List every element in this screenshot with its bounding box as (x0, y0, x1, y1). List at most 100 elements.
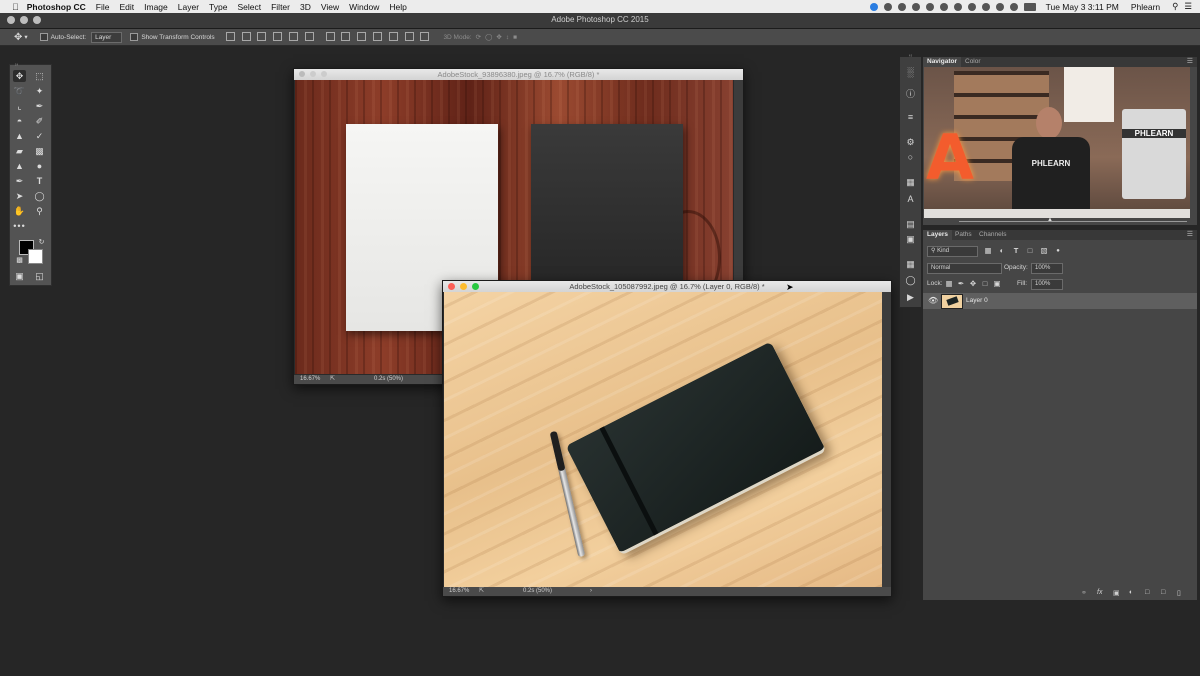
align-right-icon[interactable] (304, 31, 314, 41)
add-mask-icon[interactable]: ▣ (1113, 589, 1120, 597)
filter-type-icon[interactable]: T (1012, 247, 1020, 255)
3d-rotate-icon[interactable]: ⟳ (476, 34, 485, 41)
align-top-icon[interactable] (225, 31, 235, 41)
show-transform-checkbox[interactable] (130, 33, 139, 41)
actions-play-icon[interactable]: ▶ (904, 292, 917, 302)
lock-artboard-icon[interactable]: □ (981, 280, 989, 288)
align-vcenter-icon[interactable] (241, 31, 251, 41)
visibility-eye-icon[interactable]: 👁 (928, 296, 938, 305)
panel-menu-icon[interactable]: ☰ (1187, 57, 1193, 65)
battery-icon[interactable] (1023, 2, 1036, 11)
doc1-zoom-button[interactable] (321, 71, 327, 77)
panel-menu-icon[interactable]: ☰ (1187, 230, 1193, 238)
menu-view[interactable]: View (321, 2, 339, 12)
menu-3d[interactable]: 3D (300, 2, 311, 12)
zoom-slider-thumb[interactable]: ▲ (1047, 217, 1053, 223)
doc1-close-button[interactable] (299, 71, 305, 77)
layer-name[interactable]: Layer 0 (966, 297, 988, 304)
doc1-info[interactable]: 0.2s (50%) (374, 375, 403, 384)
more-tools-icon[interactable]: ••• (13, 220, 26, 232)
distribute-top-icon[interactable] (325, 31, 335, 41)
align-left-icon[interactable] (273, 31, 283, 41)
volume-icon[interactable] (1009, 2, 1018, 11)
auto-select-dropdown[interactable]: Layer (91, 31, 123, 43)
history-brush-tool-icon[interactable]: ✓ (33, 130, 46, 142)
ellipse-tool-icon[interactable]: ◯ (33, 190, 46, 202)
info-icon[interactable]: ⓘ (904, 89, 917, 99)
distribute-right-icon[interactable] (404, 31, 414, 41)
clone-stamp-tool-icon[interactable]: ▲ (13, 130, 26, 142)
menu-app-name[interactable]: Photoshop CC (27, 2, 86, 12)
align-bottom-icon[interactable] (257, 31, 267, 41)
eyedropper-tool-icon[interactable]: ✒ (33, 100, 46, 112)
character-icon[interactable]: A (904, 194, 917, 204)
type-tool-icon[interactable]: T (33, 175, 46, 187)
layer-row[interactable]: 👁 Layer 0 (923, 293, 1197, 309)
apple-menu-icon[interactable]:  (12, 2, 19, 12)
status-icon[interactable] (939, 2, 948, 11)
user-name[interactable]: Phlearn (1131, 2, 1160, 12)
pen-tool-icon[interactable]: ✒ (13, 175, 26, 187)
doc2-export-icon[interactable]: ⇱ (479, 587, 484, 596)
status-icon[interactable] (897, 2, 906, 11)
styles-icon[interactable]: ◯ (904, 275, 917, 285)
eraser-tool-icon[interactable]: ▰ (13, 145, 26, 157)
quick-mask-icon[interactable]: ▣ (13, 270, 26, 282)
clock[interactable]: Tue May 3 3:11 PM (1046, 2, 1119, 12)
path-selection-tool-icon[interactable]: ➤ (13, 190, 26, 202)
strip-collapse-icon[interactable]: ‹‹ (904, 51, 917, 59)
lock-image-icon[interactable]: ✒ (957, 280, 965, 288)
lock-all-icon[interactable]: ▣ (993, 280, 1001, 288)
new-layer-icon[interactable]: □ (1161, 589, 1165, 596)
default-colors-icon[interactable]: ▩ (13, 255, 26, 267)
menu-edit[interactable]: Edit (119, 2, 134, 12)
healing-brush-tool-icon[interactable]: ◓ (13, 115, 26, 127)
filter-smart-object-icon[interactable]: ▧ (1040, 247, 1048, 255)
menu-layer[interactable]: Layer (178, 2, 199, 12)
menu-window[interactable]: Window (349, 2, 379, 12)
toolbox-collapse-icon[interactable]: ›› (10, 59, 23, 68)
status-icon[interactable] (953, 2, 962, 11)
filter-adjustment-icon[interactable]: ◐ (998, 247, 1006, 255)
3d-slide-icon[interactable]: ↕ (506, 34, 513, 41)
doc1-export-icon[interactable]: ⇱ (330, 375, 335, 384)
navigator-zoom-slider[interactable] (959, 221, 1187, 222)
swatches-icon[interactable]: ▦ (904, 177, 917, 187)
screen-mode-icon[interactable]: ◱ (33, 270, 46, 282)
menu-filter[interactable]: Filter (271, 2, 290, 12)
delete-layer-icon[interactable]: ▯ (1177, 589, 1181, 597)
brush-tool-icon[interactable]: ✐ (33, 115, 46, 127)
status-icon[interactable] (911, 2, 920, 11)
layer-filter-dropdown[interactable]: ⚲ Kind (927, 246, 978, 257)
menu-file[interactable]: File (96, 2, 110, 12)
bluetooth-icon[interactable] (981, 2, 990, 11)
lock-position-icon[interactable]: ✥ (969, 280, 977, 288)
fill-field[interactable]: 100% (1031, 279, 1063, 290)
brush-presets-icon[interactable]: ○ (904, 152, 917, 162)
hand-tool-icon[interactable]: ✋ (13, 205, 26, 217)
distribute-left-icon[interactable] (373, 31, 382, 41)
tab-color[interactable]: Color (961, 57, 985, 67)
auto-align-icon[interactable] (420, 31, 430, 41)
marquee-tool-icon[interactable]: ⬚ (33, 70, 46, 82)
status-icon[interactable] (869, 2, 878, 11)
document-window-2[interactable]: AdobeStock_105087992.jpeg @ 16.7% (Layer… (442, 280, 892, 597)
distribute-vcenter-icon[interactable] (341, 31, 351, 41)
status-icon[interactable] (883, 2, 892, 11)
3d-roll-icon[interactable]: ◯ (485, 34, 496, 41)
document-1-titlebar[interactable]: AdobeStock_93896380.jpeg @ 16.7% (RGB/8)… (294, 69, 743, 80)
libraries-icon[interactable]: ▣ (904, 234, 917, 244)
doc1-zoom-level[interactable]: 16.67% (300, 375, 320, 384)
document-2-canvas[interactable] (444, 292, 882, 587)
menu-help[interactable]: Help (389, 2, 406, 12)
menu-select[interactable]: Select (237, 2, 261, 12)
blend-mode-dropdown[interactable]: Normal (927, 263, 1002, 274)
status-icon[interactable] (925, 2, 934, 11)
menu-list-icon[interactable]: ☰ (1184, 1, 1192, 12)
zoom-tool-icon[interactable]: ⚲ (33, 205, 46, 217)
histogram-icon[interactable]: ░ (904, 67, 917, 77)
document-2-titlebar[interactable]: AdobeStock_105087992.jpeg @ 16.7% (Layer… (443, 281, 891, 292)
distribute-hcenter-icon[interactable] (388, 31, 398, 41)
properties-icon[interactable]: ▦ (904, 259, 917, 269)
doc1-minimize-button[interactable] (310, 71, 316, 77)
